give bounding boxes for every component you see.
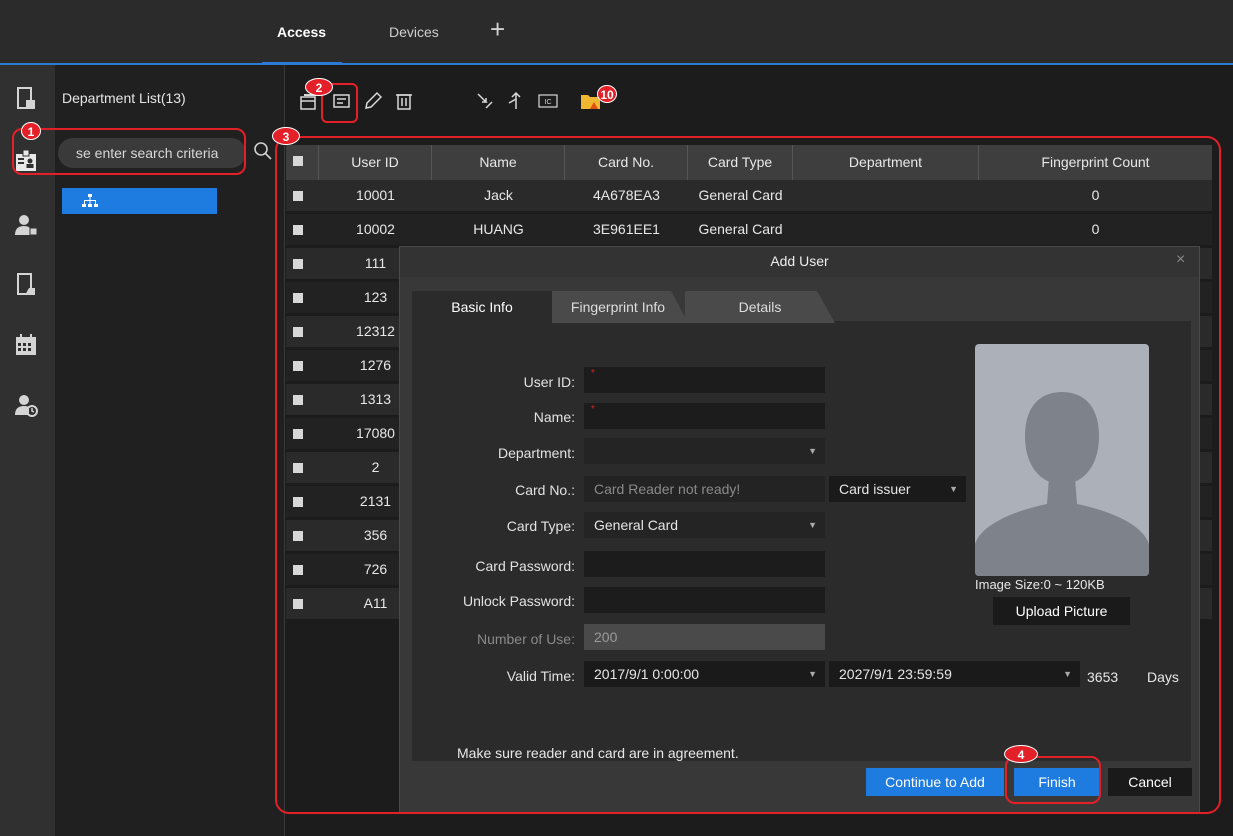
calendar-icon[interactable] [13,332,39,358]
department-tree-root[interactable] [62,188,217,214]
import-icon[interactable] [474,90,496,112]
door-user-icon[interactable] [13,272,39,298]
ic-card-icon[interactable]: IC [537,90,559,112]
svg-text:IC: IC [545,99,552,106]
callout-badge-4: 4 [1004,745,1038,763]
callout-badge-1: 1 [21,122,41,140]
department-list-title: Department List(13) [62,90,186,106]
department-panel [55,65,285,836]
alarm-count-badge: 10 [597,85,617,103]
nav-rail [0,65,55,836]
callout-box-1 [12,128,246,175]
tab-access[interactable]: Access [277,24,326,40]
tab-devices[interactable]: Devices [389,24,439,40]
user-schedule-icon[interactable] [13,392,39,418]
door-icon[interactable] [13,86,39,112]
callout-badge-3: 3 [272,127,300,145]
user-lock-icon[interactable] [13,212,39,238]
callout-box-3 [275,136,1221,814]
add-tab-button[interactable]: + [490,16,505,42]
org-tree-icon [82,194,98,207]
top-bar [0,0,1233,65]
toolbar [286,65,1233,140]
callout-box-4 [1005,756,1101,804]
delete-icon[interactable] [393,90,415,112]
edit-icon[interactable] [362,90,384,112]
search-icon[interactable] [253,141,273,164]
export-icon[interactable] [505,90,527,112]
callout-badge-2: 2 [305,78,333,96]
